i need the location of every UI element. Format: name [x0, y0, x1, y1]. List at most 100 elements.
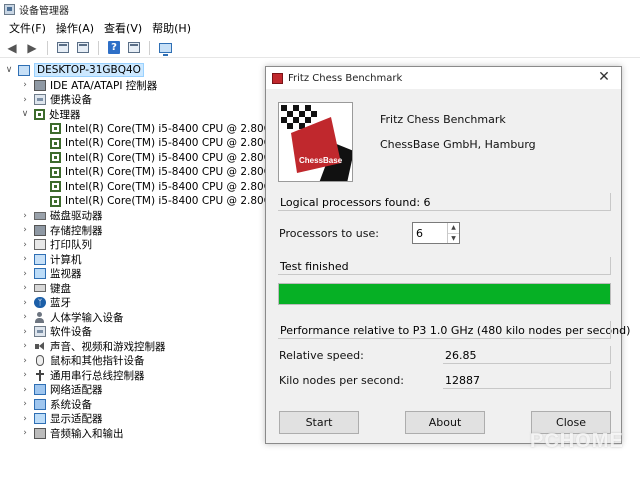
relative-speed-value: 26.85	[443, 346, 611, 364]
menu-file[interactable]: 文件(F)	[4, 20, 51, 36]
chevron-right-icon[interactable]: ›	[20, 298, 30, 308]
dialog-title: Fritz Chess Benchmark	[288, 72, 403, 84]
properties-view-button[interactable]	[55, 40, 71, 56]
chessbase-logo-graphic: ChessBase	[279, 103, 352, 181]
tree-leaf-cpu[interactable]: Intel(R) Core(TM) i5-8400 CPU @ 2.80GHz	[50, 165, 285, 180]
tree-node-bluetooth[interactable]: › ᛉ 蓝牙	[20, 296, 71, 311]
tree-leaf-cpu[interactable]: Intel(R) Core(TM) i5-8400 CPU @ 2.80GHz	[50, 151, 285, 166]
about-button[interactable]: About	[405, 411, 485, 434]
tree-node-label: 鼠标和其他指针设备	[50, 355, 145, 368]
bluetooth-icon: ᛉ	[34, 297, 46, 309]
processors-value[interactable]: 6	[413, 223, 447, 243]
cpu-label: Intel(R) Core(TM) i5-8400 CPU @ 2.80GHz	[65, 122, 286, 135]
window-view-icon	[57, 42, 69, 53]
logical-processors-field: Logical processors found: 6	[278, 193, 611, 211]
chevron-right-icon[interactable]: ›	[20, 385, 30, 395]
toolbar-separator	[47, 40, 48, 55]
processor-icon	[50, 181, 61, 193]
tree-node-processor[interactable]: ∨ 处理器	[20, 107, 81, 122]
close-icon[interactable]: ✕	[595, 69, 613, 85]
processors-stepper[interactable]: 6 ▲ ▼	[412, 222, 460, 244]
chevron-right-icon[interactable]: ›	[20, 341, 30, 351]
logo-text: ChessBase	[299, 156, 343, 165]
chevron-right-icon[interactable]: ›	[20, 327, 30, 337]
chevron-right-icon[interactable]: ›	[20, 211, 30, 221]
menu-action[interactable]: 操作(A)	[51, 20, 99, 36]
details-icon	[128, 42, 140, 53]
tree-node-audio[interactable]: › 音频输入和输出	[20, 426, 124, 441]
tree-node-label: 声音、视频和游戏控制器	[50, 340, 166, 353]
tree-node-display[interactable]: › 显示适配器	[20, 412, 103, 427]
processor-icon	[34, 108, 45, 120]
chevron-right-icon[interactable]: ›	[20, 80, 30, 90]
chessbase-logo: ChessBase	[278, 102, 353, 182]
kilo-nodes-label: Kilo nodes per second:	[279, 374, 404, 387]
list-view-button[interactable]	[75, 40, 91, 56]
help-icon: ?	[108, 41, 120, 54]
tree-node-label: 网络适配器	[50, 384, 103, 397]
status-field: Test finished	[278, 257, 611, 275]
stepper-down-icon[interactable]: ▼	[448, 234, 459, 244]
tree-node-label: 蓝牙	[50, 297, 71, 310]
stepper-up-icon[interactable]: ▲	[448, 223, 459, 234]
chevron-right-icon[interactable]: ›	[20, 240, 30, 250]
chevron-right-icon[interactable]: ›	[20, 269, 30, 279]
tree-node-monitor[interactable]: › 监视器	[20, 267, 82, 282]
fritz-dialog: Fritz Chess Benchmark ✕ ChessBase Fritz …	[265, 66, 630, 444]
processor-icon	[50, 123, 61, 135]
tree-node-software[interactable]: › 软件设备	[20, 325, 92, 340]
back-arrow-icon[interactable]: ◀	[4, 40, 20, 56]
watermark: PCHOME	[530, 430, 624, 452]
tree-node-print[interactable]: › 打印队列	[20, 238, 92, 253]
tree-node-network[interactable]: › 网络适配器	[20, 383, 103, 398]
chevron-down-icon[interactable]: ∨	[4, 65, 14, 75]
chevron-down-icon[interactable]: ∨	[20, 109, 30, 119]
device-manager-icon	[4, 3, 15, 15]
scan-hardware-button[interactable]	[157, 40, 173, 56]
stepper-arrows: ▲ ▼	[447, 223, 459, 243]
monitor-icon	[34, 268, 46, 280]
help-button[interactable]: ?	[106, 40, 122, 56]
chevron-right-icon[interactable]: ›	[20, 399, 30, 409]
audio-io-icon	[34, 427, 46, 439]
tree-node-label: 人体学输入设备	[50, 311, 124, 324]
tree-leaf-cpu[interactable]: Intel(R) Core(TM) i5-8400 CPU @ 2.80GHz	[50, 180, 285, 195]
start-button[interactable]: Start	[279, 411, 359, 434]
tree-node-storage[interactable]: › 存储控制器	[20, 223, 103, 238]
tree-leaf-cpu[interactable]: Intel(R) Core(TM) i5-8400 CPU @ 2.80GHz	[50, 122, 285, 137]
tree-node-usb[interactable]: › 通用串行总线控制器	[20, 368, 145, 383]
processors-label: Processors to use:	[279, 227, 379, 240]
tree-node-label: 软件设备	[50, 326, 92, 339]
tree-node-label: 显示适配器	[50, 413, 103, 426]
tree-node-label: 音频输入和输出	[50, 427, 124, 440]
tree-leaf-cpu[interactable]: Intel(R) Core(TM) i5-8400 CPU @ 2.80GHz	[50, 194, 285, 209]
chevron-right-icon[interactable]: ›	[20, 428, 30, 438]
tree-node-ide[interactable]: › IDE ATA/ATAPI 控制器	[20, 78, 157, 93]
chevron-right-icon[interactable]: ›	[20, 254, 30, 264]
chevron-right-icon[interactable]: ›	[20, 356, 30, 366]
forward-arrow-icon[interactable]: ▶	[24, 40, 40, 56]
printer-icon	[34, 239, 46, 251]
tree-root[interactable]: ∨ DESKTOP-31GBQ4O	[4, 63, 144, 78]
chevron-right-icon[interactable]: ›	[20, 370, 30, 380]
tree-node-keyboard[interactable]: › 键盘	[20, 281, 71, 296]
chevron-right-icon[interactable]: ›	[20, 95, 30, 105]
chevron-right-icon[interactable]: ›	[20, 312, 30, 322]
details-button[interactable]	[126, 40, 142, 56]
tree-leaf-cpu[interactable]: Intel(R) Core(TM) i5-8400 CPU @ 2.80GHz	[50, 136, 285, 151]
tree-node-system[interactable]: › 系统设备	[20, 397, 92, 412]
tree-node-disk[interactable]: › 磁盘驱动器	[20, 209, 102, 224]
chevron-right-icon[interactable]: ›	[20, 225, 30, 235]
chevron-right-icon[interactable]: ›	[20, 283, 30, 293]
tree-node-hid[interactable]: › 人体学输入设备	[20, 310, 124, 325]
tree-node-mouse[interactable]: › 鼠标和其他指针设备	[20, 354, 145, 369]
chevron-right-icon[interactable]: ›	[20, 414, 30, 424]
cpu-label: Intel(R) Core(TM) i5-8400 CPU @ 2.80GHz	[65, 137, 286, 150]
menu-help[interactable]: 帮助(H)	[147, 20, 196, 36]
tree-node-computer[interactable]: › 计算机	[20, 252, 82, 267]
processor-icon	[50, 152, 61, 164]
tree-node-portable[interactable]: › 便携设备	[20, 93, 92, 108]
tree-node-label: 键盘	[50, 282, 71, 295]
menu-view[interactable]: 查看(V)	[99, 20, 147, 36]
tree-node-sound[interactable]: › 声音、视频和游戏控制器	[20, 339, 166, 354]
